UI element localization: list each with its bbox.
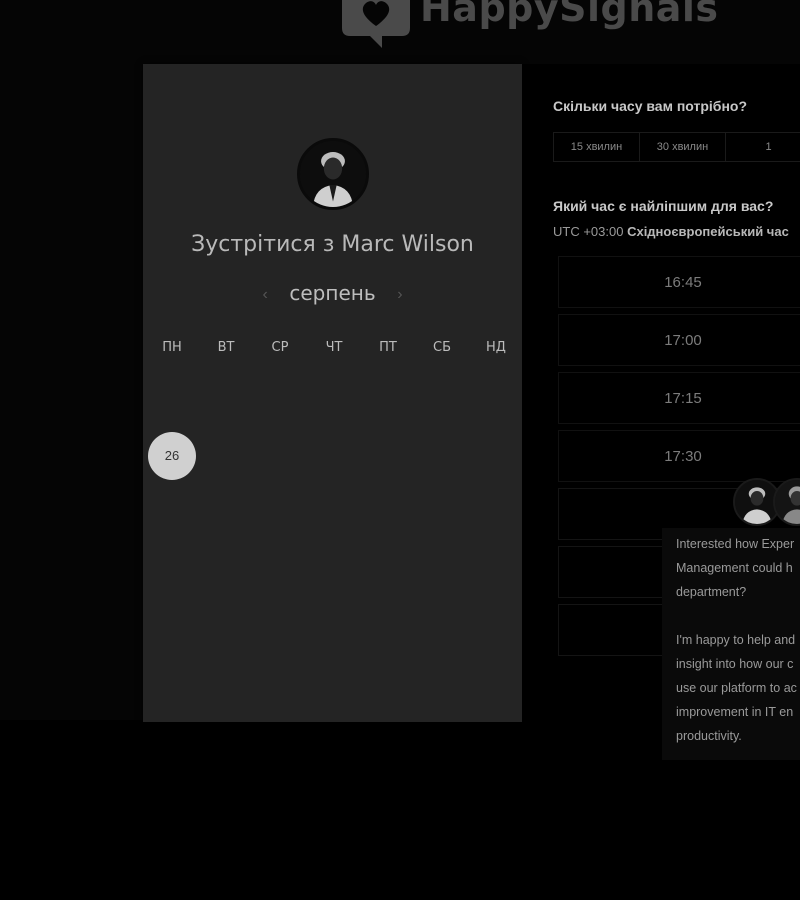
next-month-button[interactable]: › bbox=[381, 286, 418, 304]
duration-question: Скільки часу вам потрібно? bbox=[553, 98, 748, 114]
calendar-grid: 26 bbox=[145, 374, 520, 700]
month-label: серпень bbox=[289, 281, 376, 305]
time-slot[interactable]: 17:30 bbox=[558, 430, 800, 482]
calendar-day-unavailable bbox=[361, 483, 415, 537]
chat-message-bubble[interactable]: Interested how Exper Management could h … bbox=[662, 528, 800, 760]
calendar-day-unavailable bbox=[415, 483, 469, 537]
chat-text-line: improvement in IT en bbox=[676, 705, 794, 719]
chat-text-line: insight into how our c bbox=[676, 657, 794, 671]
prev-month-button[interactable]: ‹ bbox=[246, 286, 283, 304]
calendar-day-unavailable bbox=[199, 428, 253, 482]
calendar-day-unavailable bbox=[307, 592, 361, 646]
calendar-day-unavailable bbox=[307, 483, 361, 537]
calendar-day-unavailable bbox=[361, 592, 415, 646]
time-slot[interactable]: 16:45 bbox=[558, 256, 800, 308]
time-slot[interactable]: 17:00 bbox=[558, 314, 800, 366]
calendar-day-unavailable bbox=[145, 592, 199, 646]
time-slot[interactable]: 17:15 bbox=[558, 372, 800, 424]
calendar-panel: Зустрітися з Marc Wilson ‹ серпень › ПН … bbox=[143, 64, 522, 722]
brand-name: HappySignals bbox=[420, 0, 719, 30]
timezone-name: Східноєвропейський час bbox=[627, 224, 789, 239]
chat-avatar-group[interactable] bbox=[733, 478, 800, 528]
calendar-day-unavailable bbox=[469, 592, 523, 646]
calendar-day-unavailable bbox=[415, 537, 469, 591]
calendar-day-unavailable bbox=[199, 374, 253, 428]
calendar-day-unavailable bbox=[253, 374, 307, 428]
calendar-day-unavailable bbox=[199, 592, 253, 646]
calendar-day-unavailable bbox=[469, 374, 523, 428]
time-question: Який час є найліпшим для вас? bbox=[553, 198, 774, 214]
brand-logo[interactable]: HappySignals bbox=[342, 0, 718, 50]
weekday-label: ПТ bbox=[379, 340, 397, 355]
calendar-day-unavailable bbox=[199, 646, 253, 700]
month-navigation: ‹ серпень › bbox=[143, 281, 522, 306]
chat-text-line: department? bbox=[676, 585, 747, 599]
calendar-day-unavailable bbox=[253, 483, 307, 537]
calendar-day-unavailable bbox=[469, 428, 523, 482]
calendar-day-unavailable bbox=[361, 428, 415, 482]
calendar-day-unavailable bbox=[307, 374, 361, 428]
calendar-day-unavailable bbox=[253, 428, 307, 482]
calendar-day-unavailable bbox=[253, 537, 307, 591]
calendar-day-unavailable bbox=[415, 592, 469, 646]
duration-option-15[interactable]: 15 хвилин bbox=[554, 133, 640, 161]
host-avatar bbox=[297, 138, 369, 210]
calendar-day-unavailable bbox=[469, 483, 523, 537]
calendar-day-unavailable bbox=[199, 537, 253, 591]
duration-option-30[interactable]: 30 хвилин bbox=[640, 133, 726, 161]
speech-bubble-heart-icon bbox=[342, 0, 410, 48]
calendar-day-unavailable bbox=[145, 646, 199, 700]
chat-agent-avatar bbox=[773, 478, 800, 526]
calendar-day-unavailable bbox=[145, 483, 199, 537]
meeting-title: Зустрітися з Marc Wilson bbox=[191, 232, 474, 257]
duration-selector: 15 хвилин 30 хвилин 1 bbox=[553, 132, 800, 162]
chat-text-line: use our platform to ac bbox=[676, 681, 797, 695]
calendar-day-unavailable bbox=[415, 374, 469, 428]
duration-option-60[interactable]: 1 bbox=[726, 133, 800, 161]
calendar-day-unavailable bbox=[415, 428, 469, 482]
chat-text-line: I'm happy to help and bbox=[676, 633, 796, 647]
weekday-header: ПН ВТ СР ЧТ ПТ СБ НД bbox=[145, 340, 520, 355]
calendar-day-unavailable bbox=[253, 646, 307, 700]
calendar-day-unavailable bbox=[361, 374, 415, 428]
person-avatar-icon bbox=[775, 480, 800, 524]
weekday-label: СР bbox=[271, 340, 289, 355]
calendar-day-selected[interactable]: 26 bbox=[145, 428, 199, 482]
calendar-day-unavailable bbox=[199, 483, 253, 537]
brand-header: HappySignals bbox=[0, 0, 800, 64]
calendar-day-unavailable bbox=[469, 646, 523, 700]
timezone-label[interactable]: UTC +03:00 Східноєвропейський час bbox=[553, 224, 789, 239]
chat-text-line: Management could h bbox=[676, 561, 793, 575]
calendar-day-unavailable bbox=[361, 537, 415, 591]
weekday-label: ПН bbox=[162, 340, 182, 355]
timezone-offset: UTC +03:00 bbox=[553, 224, 624, 239]
calendar-day-unavailable bbox=[469, 537, 523, 591]
calendar-day-unavailable bbox=[307, 428, 361, 482]
weekday-label: НД bbox=[486, 340, 506, 355]
calendar-day-unavailable bbox=[415, 646, 469, 700]
chat-text-line: Interested how Exper bbox=[676, 537, 795, 551]
weekday-label: ЧТ bbox=[325, 340, 343, 355]
calendar-day-unavailable bbox=[145, 537, 199, 591]
weekday-label: СБ bbox=[433, 340, 451, 355]
selected-day-number: 26 bbox=[148, 431, 196, 480]
chat-paragraph-gap bbox=[676, 604, 800, 628]
calendar-day-unavailable bbox=[361, 646, 415, 700]
calendar-day-unavailable bbox=[145, 374, 199, 428]
calendar-day-unavailable bbox=[307, 646, 361, 700]
weekday-label: ВТ bbox=[217, 340, 235, 355]
calendar-day-unavailable bbox=[253, 592, 307, 646]
person-avatar-icon bbox=[300, 141, 366, 207]
chat-text-line: productivity. bbox=[676, 729, 742, 743]
calendar-day-unavailable bbox=[307, 537, 361, 591]
